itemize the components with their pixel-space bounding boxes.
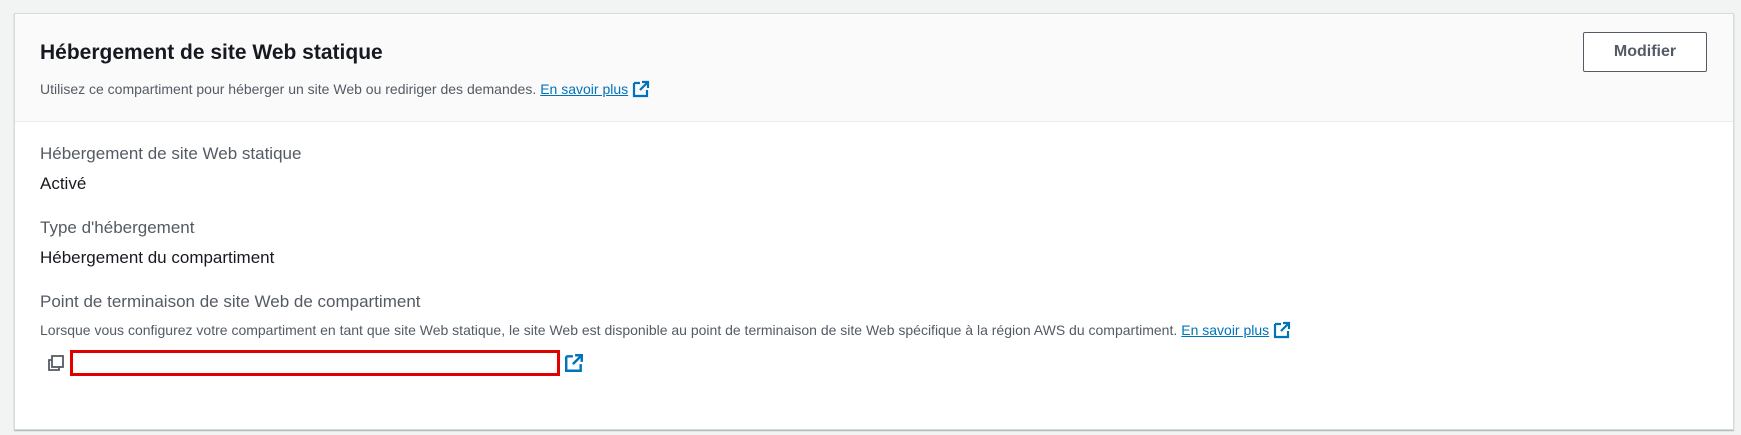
endpoint-description: Lorsque vous configurez votre compartime… bbox=[40, 320, 1708, 340]
external-link-icon[interactable] bbox=[632, 80, 650, 98]
panel-header: Hébergement de site Web statique Utilise… bbox=[15, 14, 1733, 122]
endpoint-field: Point de terminaison de site Web de comp… bbox=[40, 290, 1708, 378]
hosting-field: Hébergement de site Web statique Activé bbox=[40, 142, 1708, 196]
learn-more-link[interactable]: En savoir plus bbox=[540, 79, 628, 99]
copy-icon[interactable] bbox=[46, 353, 66, 373]
edit-button[interactable]: Modifier bbox=[1583, 32, 1707, 72]
panel-description: Utilisez ce compartiment pour héberger u… bbox=[40, 79, 1733, 99]
endpoint-url-redacted[interactable] bbox=[70, 350, 560, 376]
hosting-type-value: Hébergement du compartiment bbox=[40, 248, 275, 267]
static-hosting-panel: Hébergement de site Web statique Utilise… bbox=[14, 13, 1734, 430]
panel-title: Hébergement de site Web statique bbox=[40, 41, 383, 64]
endpoint-learn-more-link[interactable]: En savoir plus bbox=[1181, 320, 1269, 340]
open-endpoint-icon[interactable] bbox=[564, 353, 584, 373]
endpoint-label: Point de terminaison de site Web de comp… bbox=[40, 292, 421, 311]
panel-description-text: Utilisez ce compartiment pour héberger u… bbox=[40, 81, 537, 97]
hosting-label: Hébergement de site Web statique bbox=[40, 144, 302, 163]
hosting-value: Activé bbox=[40, 174, 87, 193]
external-link-icon[interactable] bbox=[1273, 321, 1291, 339]
hosting-type-field: Type d'hébergement Hébergement du compar… bbox=[40, 216, 1708, 270]
endpoint-description-text: Lorsque vous configurez votre compartime… bbox=[40, 322, 1178, 338]
endpoint-row bbox=[40, 348, 1708, 378]
hosting-type-label: Type d'hébergement bbox=[40, 218, 195, 237]
panel-body: Hébergement de site Web statique Activé … bbox=[15, 122, 1733, 378]
